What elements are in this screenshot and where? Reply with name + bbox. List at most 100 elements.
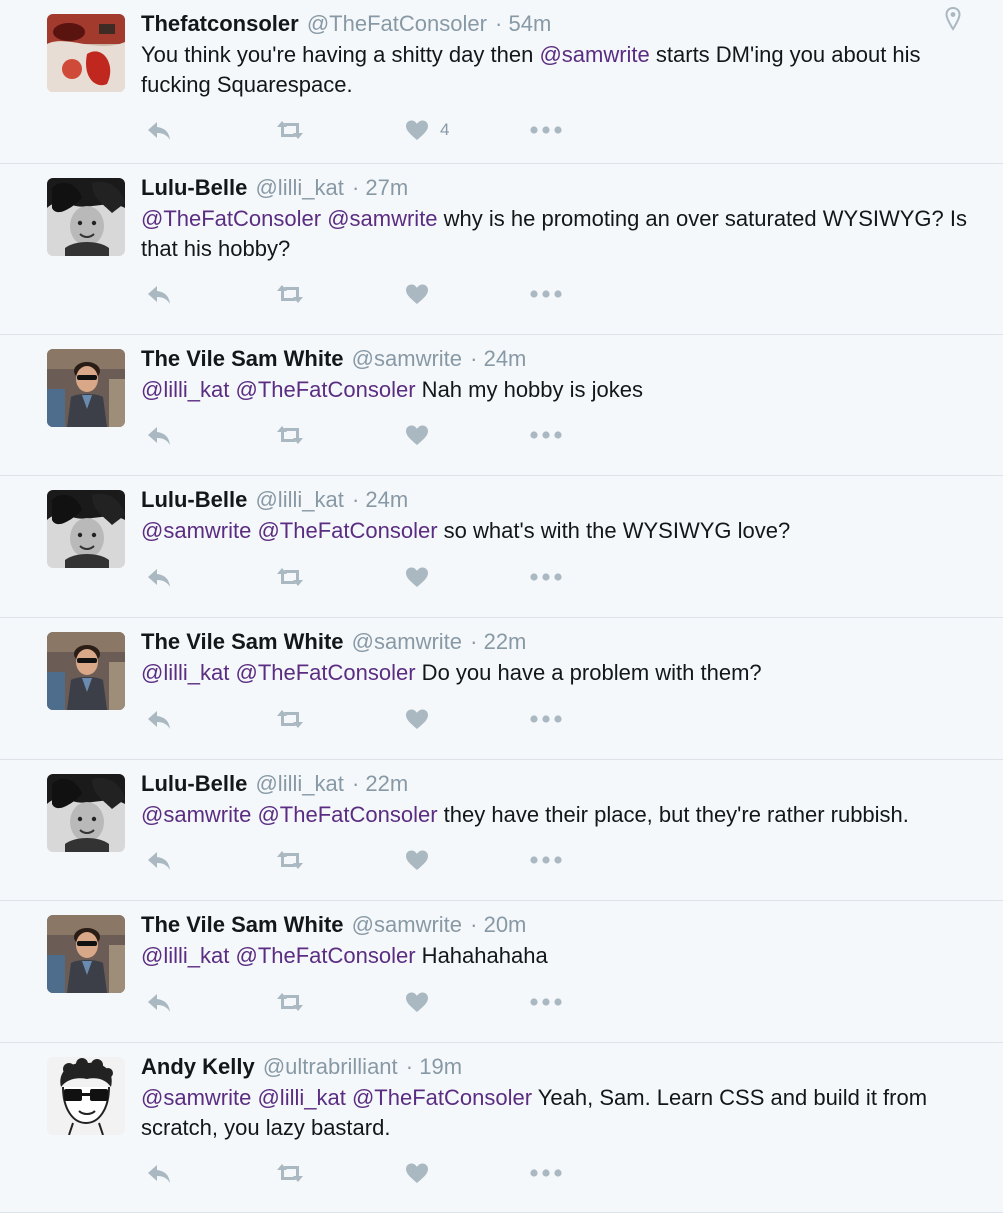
user-handle[interactable]: @ultrabrilliant (263, 1054, 398, 1079)
avatar[interactable] (47, 178, 125, 256)
mention-link[interactable]: @TheFatConsoler (235, 943, 415, 968)
avatar[interactable] (47, 915, 125, 993)
reply-button[interactable] (145, 988, 173, 1016)
mention-link[interactable]: @samwrite (141, 518, 251, 543)
more-button[interactable] (529, 563, 563, 591)
retweet-button[interactable] (274, 116, 306, 144)
mention-link[interactable]: @TheFatConsoler (257, 518, 437, 543)
reply-button[interactable] (145, 1159, 173, 1187)
user-name[interactable]: Lulu-Belle (141, 487, 247, 512)
avatar[interactable] (47, 14, 125, 92)
tweet[interactable]: Thefatconsoler @TheFatConsoler · 54m You … (0, 0, 1003, 164)
user-handle[interactable]: @lilli_kat (255, 771, 343, 796)
user-name[interactable]: Lulu-Belle (141, 175, 247, 200)
user-handle[interactable]: @samwrite (352, 912, 462, 937)
reply-button[interactable] (145, 705, 173, 733)
more-button[interactable] (529, 705, 563, 733)
avatar[interactable] (47, 1057, 125, 1135)
more-dots-icon (529, 282, 563, 306)
tweet-text-segment: so what's with the WYSIWYG love? (437, 518, 791, 543)
mention-link[interactable]: @TheFatConsoler (141, 206, 321, 231)
like-count: 4 (440, 120, 450, 139)
tweet[interactable]: Lulu-Belle @lilli_kat · 22m @samwrite @Th… (0, 760, 1003, 901)
retweet-button[interactable] (274, 846, 306, 874)
reply-button[interactable] (145, 280, 173, 308)
more-button[interactable] (529, 846, 563, 874)
tweet[interactable]: Lulu-Belle @lilli_kat · 24m @samwrite @Th… (0, 476, 1003, 618)
tweet[interactable]: Lulu-Belle @lilli_kat · 27m @TheFatConsol… (0, 164, 1003, 335)
like-button[interactable] (404, 563, 430, 591)
user-name[interactable]: Thefatconsoler (141, 11, 299, 36)
timestamp[interactable]: · 20m (470, 912, 526, 937)
avatar[interactable] (47, 349, 125, 427)
mention-link[interactable]: @lilli_kat (141, 377, 229, 402)
mention-link[interactable]: @lilli_kat (257, 1085, 345, 1110)
like-button[interactable] (404, 280, 430, 308)
tweet[interactable]: Andy Kelly @ultrabrilliant · 19m @samwrit… (0, 1043, 1003, 1213)
retweet-button[interactable] (274, 705, 306, 733)
like-button[interactable] (404, 705, 430, 733)
user-handle[interactable]: @TheFatConsoler (307, 11, 487, 36)
avatar[interactable] (47, 490, 125, 568)
timestamp[interactable]: · 27m (352, 175, 408, 200)
avatar[interactable] (47, 774, 125, 852)
mention-link[interactable]: @samwrite (141, 802, 251, 827)
tweet[interactable]: The Vile Sam White @samwrite · 20m @lilli… (0, 901, 1003, 1043)
retweet-button[interactable] (274, 421, 306, 449)
timestamp[interactable]: · 22m (352, 771, 408, 796)
retweet-button[interactable] (274, 280, 306, 308)
tweet-header: Lulu-Belle @lilli_kat · 22m (141, 770, 963, 798)
reply-button[interactable] (145, 563, 173, 591)
like-button[interactable] (404, 846, 430, 874)
retweet-icon (274, 282, 306, 306)
mention-link[interactable]: @lilli_kat (141, 660, 229, 685)
timestamp[interactable]: · 19m (406, 1054, 462, 1079)
like-button[interactable] (404, 988, 430, 1016)
retweet-icon (274, 848, 306, 872)
reply-button[interactable] (145, 116, 173, 144)
timestamp[interactable]: · 54m (495, 11, 551, 36)
location-pin-icon[interactable] (945, 6, 961, 36)
timestamp[interactable]: · 24m (352, 487, 408, 512)
tweet-text: @TheFatConsoler @samwrite why is he prom… (141, 204, 971, 264)
user-name[interactable]: The Vile Sam White (141, 912, 344, 937)
more-button[interactable] (529, 421, 563, 449)
user-name[interactable]: Lulu-Belle (141, 771, 247, 796)
tweet[interactable]: The Vile Sam White @samwrite · 22m @lilli… (0, 618, 1003, 760)
user-handle[interactable]: @samwrite (352, 629, 462, 654)
mention-link[interactable]: @TheFatConsoler (235, 377, 415, 402)
like-button[interactable] (404, 1159, 430, 1187)
user-handle[interactable]: @lilli_kat (255, 487, 343, 512)
mention-link[interactable]: @samwrite (539, 42, 649, 67)
timestamp[interactable]: · 22m (470, 629, 526, 654)
more-button[interactable] (529, 116, 563, 144)
retweet-icon (274, 1161, 306, 1185)
mention-link[interactable]: @samwrite (327, 206, 437, 231)
mention-link[interactable]: @TheFatConsoler (235, 660, 415, 685)
more-button[interactable] (529, 280, 563, 308)
more-button[interactable] (529, 988, 563, 1016)
reply-button[interactable] (145, 421, 173, 449)
reply-icon (145, 423, 173, 447)
like-button[interactable]: 4 (404, 116, 449, 144)
user-name[interactable]: The Vile Sam White (141, 346, 344, 371)
timestamp[interactable]: · 24m (470, 346, 526, 371)
like-button[interactable] (404, 421, 430, 449)
mention-link[interactable]: @lilli_kat (141, 943, 229, 968)
user-handle[interactable]: @samwrite (352, 346, 462, 371)
mention-link[interactable]: @TheFatConsoler (257, 802, 437, 827)
mention-link[interactable]: @TheFatConsoler (352, 1085, 532, 1110)
user-name[interactable]: The Vile Sam White (141, 629, 344, 654)
more-dots-icon (529, 565, 563, 589)
retweet-button[interactable] (274, 988, 306, 1016)
avatar[interactable] (47, 632, 125, 710)
tweet[interactable]: The Vile Sam White @samwrite · 24m @lilli… (0, 335, 1003, 476)
mention-link[interactable]: @samwrite (141, 1085, 251, 1110)
reply-button[interactable] (145, 846, 173, 874)
more-button[interactable] (529, 1159, 563, 1187)
user-name[interactable]: Andy Kelly (141, 1054, 255, 1079)
retweet-button[interactable] (274, 1159, 306, 1187)
user-handle[interactable]: @lilli_kat (255, 175, 343, 200)
reply-icon (145, 990, 173, 1014)
retweet-button[interactable] (274, 563, 306, 591)
